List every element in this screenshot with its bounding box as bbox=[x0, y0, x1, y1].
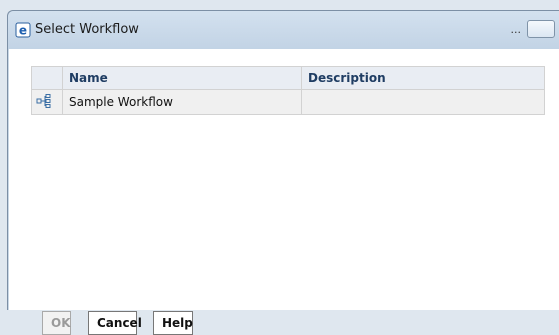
header-icon-column bbox=[31, 66, 63, 90]
select-workflow-window: e Select Workflow ... Name Description S… bbox=[7, 10, 559, 335]
ok-button[interactable]: OK bbox=[42, 311, 71, 335]
workflow-icon bbox=[36, 93, 51, 108]
row-icon-cell bbox=[31, 89, 63, 115]
table-row[interactable]: Sample Workflow bbox=[31, 89, 545, 115]
svg-text:e: e bbox=[19, 24, 27, 38]
table-header-row: Name Description bbox=[31, 66, 545, 90]
dialog-content: Name Description Sample Workflow OK Canc… bbox=[9, 49, 559, 335]
cancel-button[interactable]: Cancel bbox=[88, 311, 142, 335]
header-name[interactable]: Name bbox=[62, 66, 302, 90]
title-bar: e Select Workflow ... bbox=[8, 11, 559, 49]
internet-explorer-icon: e bbox=[15, 22, 31, 38]
title-bar-button[interactable] bbox=[527, 20, 555, 38]
row-description bbox=[301, 89, 545, 115]
workflow-table: Name Description Sample Workflow bbox=[31, 66, 545, 115]
header-description[interactable]: Description bbox=[301, 66, 545, 90]
title-ellipsis: ... bbox=[510, 23, 522, 36]
help-button[interactable]: Help bbox=[153, 311, 193, 335]
window-title: Select Workflow bbox=[35, 22, 139, 37]
row-name: Sample Workflow bbox=[62, 89, 302, 115]
